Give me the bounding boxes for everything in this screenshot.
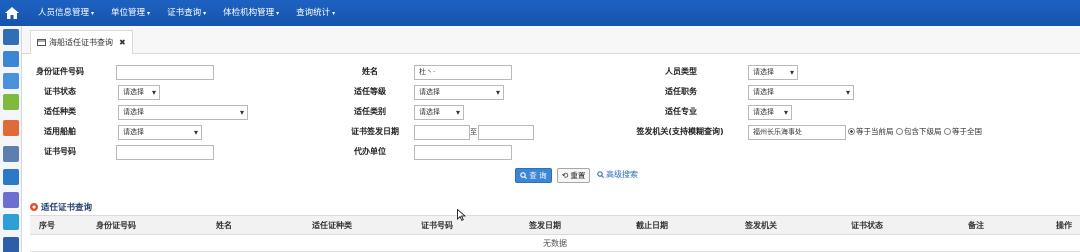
date-range-separator: 至 — [470, 128, 477, 136]
search-icon — [520, 172, 528, 179]
list-icon[interactable] — [3, 29, 19, 45]
agent-unit-label: 代办单位 — [354, 147, 386, 156]
col-index: 序号 — [39, 221, 55, 230]
tab-bar: 海船适任证书查询 ✖ — [22, 26, 1080, 54]
issue-date-to-input[interactable] — [478, 125, 534, 140]
id-number-input[interactable] — [116, 65, 214, 80]
tab-seafarer-cert-query[interactable]: 海船适任证书查询 ✖ — [30, 30, 133, 54]
tab-label: 海船适任证书查询 — [49, 38, 113, 47]
results-table-header: 序号 身份证号码 姓名 适任证种类 证书号码 签发日期 截止日期 签发机关 证书… — [30, 215, 1080, 235]
nav-unit-management[interactable]: 单位管理 ▾ — [111, 0, 150, 26]
search-icon — [597, 171, 604, 178]
code-icon[interactable] — [3, 192, 19, 208]
col-cert-status: 证书状态 — [851, 221, 883, 230]
top-navbar: 人员信息管理 ▾ 单位管理 ▾ 证书查询 ▾ 体检机构管理 ▾ 查询统计 ▾ — [0, 0, 1080, 26]
comp-category-select[interactable]: 请选择 — [414, 105, 464, 120]
comp-category-label: 适任类别 — [354, 107, 386, 116]
person-type-label: 人员类型 — [665, 67, 697, 76]
comp-level-label: 适任等级 — [354, 87, 386, 96]
close-icon[interactable]: ✖ — [119, 38, 126, 47]
table-icon[interactable] — [3, 51, 19, 67]
comp-level-select[interactable]: 请选择 — [414, 85, 504, 100]
comp-major-select[interactable]: 请选择 — [748, 105, 792, 120]
edit-icon[interactable] — [3, 94, 19, 110]
comp-type-select[interactable]: 请选择 — [118, 105, 248, 120]
name-label: 姓名 — [362, 67, 378, 76]
name-input[interactable]: 杜丶· — [414, 65, 512, 80]
col-id-number: 身份证号码 — [96, 221, 136, 230]
mouse-cursor-icon — [457, 209, 466, 221]
comp-position-label: 适任职务 — [665, 87, 697, 96]
chevron-down-icon: ▾ — [332, 10, 336, 17]
scope-current-radio[interactable]: 等于当前局 — [848, 125, 894, 139]
results-title: 适任证书查询 — [30, 201, 92, 213]
refresh-icon: ⟲ — [561, 171, 569, 180]
person-type-select[interactable]: 请选择 — [748, 65, 798, 80]
issue-date-from-input[interactable] — [414, 125, 470, 140]
cert-number-input[interactable] — [116, 145, 214, 160]
comp-position-select[interactable]: 请选择 — [748, 85, 854, 100]
radio-checked-icon — [848, 128, 855, 135]
anchor-icon[interactable] — [3, 169, 19, 185]
col-issue-date: 签发日期 — [529, 221, 561, 230]
book-icon[interactable] — [3, 237, 19, 252]
cert-status-select[interactable]: 请选择 — [118, 85, 160, 100]
issue-date-label: 证书签发日期 — [351, 127, 399, 136]
users-icon[interactable] — [3, 73, 19, 89]
authority-input[interactable]: 福州长乐海事处 — [748, 125, 846, 140]
home-icon[interactable] — [0, 0, 24, 26]
nav-certificate-query[interactable]: 证书查询 ▾ — [167, 0, 206, 26]
col-remarks: 备注 — [968, 221, 984, 230]
sidebar-rail — [0, 26, 22, 252]
empty-table-row: 无数据 — [30, 235, 1080, 252]
radio-icon — [944, 128, 951, 135]
nav-medical-institution[interactable]: 体检机构管理 ▾ — [223, 0, 279, 26]
col-cert-type: 适任证种类 — [312, 221, 352, 230]
chevron-down-icon: ▾ — [91, 10, 95, 17]
chevron-down-icon: ▾ — [147, 10, 151, 17]
col-expiry-date: 截止日期 — [636, 221, 668, 230]
archive-icon[interactable] — [3, 146, 19, 162]
col-name: 姓名 — [216, 221, 232, 230]
nav-personnel-info[interactable]: 人员信息管理 ▾ — [38, 0, 94, 26]
col-cert-number: 证书号码 — [421, 221, 453, 230]
card-icon[interactable] — [3, 120, 19, 136]
col-issuing-authority: 签发机关 — [745, 221, 777, 230]
scope-national-radio[interactable]: 等于全国 — [944, 125, 982, 139]
section-bullet-icon — [30, 203, 38, 211]
nav-statistics[interactable]: 查询统计 ▾ — [296, 0, 335, 26]
scope-subordinate-radio[interactable]: 包含下级局 — [896, 125, 942, 139]
chevron-down-icon: ▾ — [276, 10, 280, 17]
col-actions: 操作 — [1056, 221, 1072, 230]
advanced-search-link[interactable]: 高级搜索 — [597, 169, 638, 180]
chevron-down-icon: ▾ — [203, 10, 207, 17]
id-number-label: 身份证件号码 — [36, 67, 84, 76]
vessel-select[interactable]: 请选择 — [118, 125, 202, 140]
agent-unit-input[interactable] — [414, 145, 512, 160]
comp-type-label: 适任种类 — [44, 107, 76, 116]
comp-major-label: 适任专业 — [665, 107, 697, 116]
cert-status-label: 证书状态 — [44, 87, 76, 96]
authority-label: 签发机关(支持模糊查询) — [636, 127, 724, 136]
vessel-label: 适用船舶 — [44, 127, 76, 136]
search-button[interactable]: 查 询 — [515, 168, 552, 183]
window-icon — [37, 39, 46, 46]
reset-button[interactable]: ⟲ 重置 — [557, 168, 590, 183]
radio-icon — [896, 128, 903, 135]
monitor-icon[interactable] — [3, 214, 19, 230]
cert-number-label: 证书号码 — [44, 147, 76, 156]
